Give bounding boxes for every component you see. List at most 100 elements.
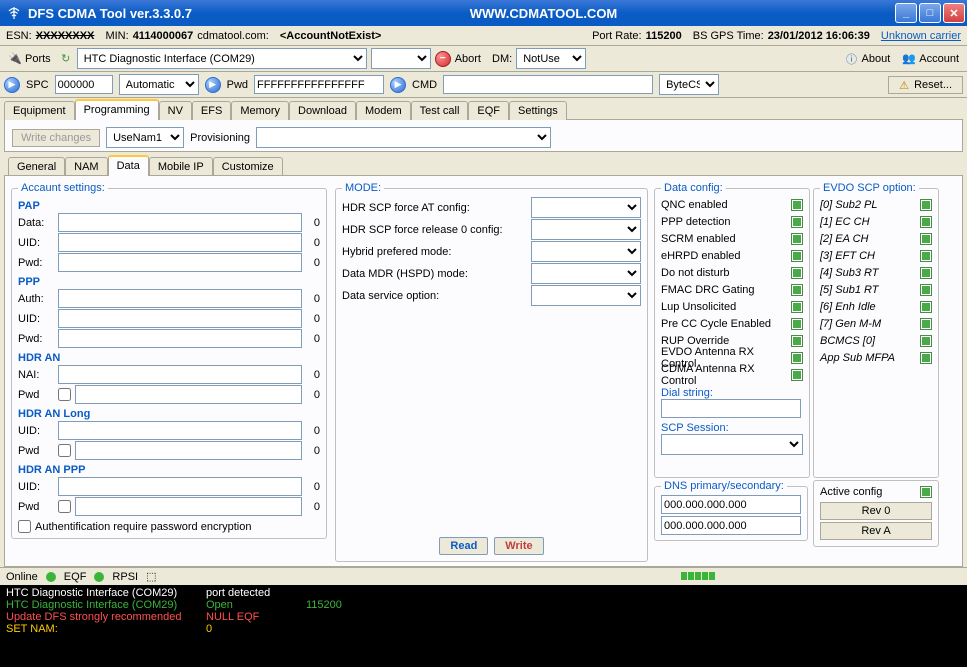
- tab-efs[interactable]: EFS: [192, 101, 231, 120]
- evdo-check-0[interactable]: [920, 199, 932, 211]
- ppp-auth-input[interactable]: [58, 289, 302, 308]
- evdo-check-4[interactable]: [920, 267, 932, 279]
- maximize-button[interactable]: □: [919, 3, 941, 23]
- tab-equipment[interactable]: Equipment: [4, 101, 75, 120]
- subtab-data[interactable]: Data: [108, 155, 149, 176]
- evdo-check-5[interactable]: [920, 284, 932, 296]
- hdran-pwd-check[interactable]: [58, 388, 71, 401]
- carrier-link[interactable]: Unknown carrier: [881, 30, 961, 42]
- cfg-check-10[interactable]: [791, 369, 803, 381]
- refresh-icon[interactable]: ↻: [59, 52, 73, 66]
- rev0-button[interactable]: Rev 0: [820, 502, 932, 520]
- scp-select[interactable]: [661, 434, 803, 455]
- cfg-check-3[interactable]: [791, 250, 803, 262]
- progress-bar: [681, 572, 761, 582]
- minimize-button[interactable]: _: [895, 3, 917, 23]
- subtab-general[interactable]: General: [8, 157, 65, 176]
- provisioning-label: Provisioning: [190, 132, 250, 144]
- tab-settings[interactable]: Settings: [509, 101, 567, 120]
- cfg-check-5[interactable]: [791, 284, 803, 296]
- subtab-mobile-ip[interactable]: Mobile IP: [149, 157, 213, 176]
- rpsi-icon: ⬚: [146, 570, 156, 583]
- provisioning-select[interactable]: [256, 127, 551, 148]
- nam-select[interactable]: UseNam1: [106, 127, 184, 148]
- spc-input[interactable]: [55, 75, 113, 94]
- pap-pwd-input[interactable]: [58, 253, 302, 272]
- cfg-check-6[interactable]: [791, 301, 803, 313]
- write-changes-button[interactable]: Write changes: [12, 129, 100, 147]
- hdranlong-uid-input[interactable]: [58, 421, 302, 440]
- pap-data-input[interactable]: [58, 213, 302, 232]
- ppp-pwd-input[interactable]: [58, 329, 302, 348]
- mode-select-1[interactable]: [531, 219, 641, 240]
- mode-select-2[interactable]: [531, 241, 641, 262]
- account-button[interactable]: 👥Account: [898, 50, 963, 68]
- aux-select-1[interactable]: [371, 48, 431, 69]
- evdo-check-3[interactable]: [920, 250, 932, 262]
- spc-label: SPC: [26, 79, 49, 91]
- evdo-check-6[interactable]: [920, 301, 932, 313]
- reva-button[interactable]: Rev A: [820, 522, 932, 540]
- dial-input[interactable]: [661, 399, 801, 418]
- evdo-check-2[interactable]: [920, 233, 932, 245]
- evdo-check-1[interactable]: [920, 216, 932, 228]
- cmd-go-button[interactable]: ▶: [390, 77, 406, 93]
- tab-modem[interactable]: Modem: [356, 101, 411, 120]
- dns2-input[interactable]: [661, 516, 801, 535]
- cfg-check-0[interactable]: [791, 199, 803, 211]
- cfg-check-9[interactable]: [791, 352, 803, 364]
- titlebar: DFS CDMA Tool ver.3.3.0.7 WWW.CDMATOOL.C…: [0, 0, 967, 26]
- cfg-check-8[interactable]: [791, 335, 803, 347]
- about-button[interactable]: ⓘAbout: [841, 50, 895, 68]
- ppp-uid-input[interactable]: [58, 309, 302, 328]
- dm-select[interactable]: NotUse: [516, 48, 586, 69]
- tab-eqf[interactable]: EQF: [468, 101, 509, 120]
- min-value: 4114000067: [133, 30, 194, 42]
- write-button[interactable]: Write: [494, 537, 543, 555]
- close-button[interactable]: ✕: [943, 3, 965, 23]
- active-config-check[interactable]: [920, 486, 932, 498]
- cfg-check-4[interactable]: [791, 267, 803, 279]
- tab-programming[interactable]: Programming: [75, 99, 159, 120]
- interface-select[interactable]: HTC Diagnostic Interface (COM29): [77, 48, 367, 69]
- evdo-check-9[interactable]: [920, 352, 932, 364]
- subtab-nam[interactable]: NAM: [65, 157, 107, 176]
- hdran-nai-input[interactable]: [58, 365, 302, 384]
- enc-check[interactable]: [18, 520, 31, 533]
- tab-memory[interactable]: Memory: [231, 101, 289, 120]
- data-pane: Accaunt settings: PAP Data:0 UID:0 Pwd:0…: [4, 175, 963, 567]
- bytecs-select[interactable]: ByteCS: [659, 74, 719, 95]
- pwd-input[interactable]: [254, 75, 384, 94]
- evdo-check-8[interactable]: [920, 335, 932, 347]
- pwd-go-button[interactable]: ▶: [205, 77, 221, 93]
- read-button[interactable]: Read: [439, 537, 488, 555]
- cmd-input[interactable]: [443, 75, 653, 94]
- tab-download[interactable]: Download: [289, 101, 356, 120]
- cfg-check-2[interactable]: [791, 233, 803, 245]
- cfg-check-1[interactable]: [791, 216, 803, 228]
- mode-select-3[interactable]: [531, 263, 641, 284]
- hdranlong-legend: HDR AN Long: [18, 408, 320, 420]
- tab-nv[interactable]: NV: [159, 101, 192, 120]
- toolbar-ports: 🔌Ports ↻ HTC Diagnostic Interface (COM29…: [0, 46, 967, 72]
- hdranppp-uid-input[interactable]: [58, 477, 302, 496]
- abort-icon[interactable]: −: [435, 51, 451, 67]
- hdranlong-pwd-input[interactable]: [75, 441, 302, 460]
- pap-uid-input[interactable]: [58, 233, 302, 252]
- hdran-pwd-input[interactable]: [75, 385, 302, 404]
- reset-button[interactable]: ⚠Reset...: [888, 76, 963, 94]
- hdranlong-pwd-check[interactable]: [58, 444, 71, 457]
- cfg-check-7[interactable]: [791, 318, 803, 330]
- tab-test-call[interactable]: Test call: [411, 101, 469, 120]
- hdranppp-pwd-check[interactable]: [58, 500, 71, 513]
- mode-select-0[interactable]: [531, 197, 641, 218]
- hdranppp-pwd-input[interactable]: [75, 497, 302, 516]
- spc-mode-select[interactable]: Automatic: [119, 74, 199, 95]
- spc-go-button[interactable]: ▶: [4, 77, 20, 93]
- account-settings-legend: Accaunt settings:: [18, 182, 108, 194]
- mode-select-4[interactable]: [531, 285, 641, 306]
- dns1-input[interactable]: [661, 495, 801, 514]
- ports-button[interactable]: 🔌Ports: [4, 50, 55, 68]
- evdo-check-7[interactable]: [920, 318, 932, 330]
- subtab-customize[interactable]: Customize: [213, 157, 283, 176]
